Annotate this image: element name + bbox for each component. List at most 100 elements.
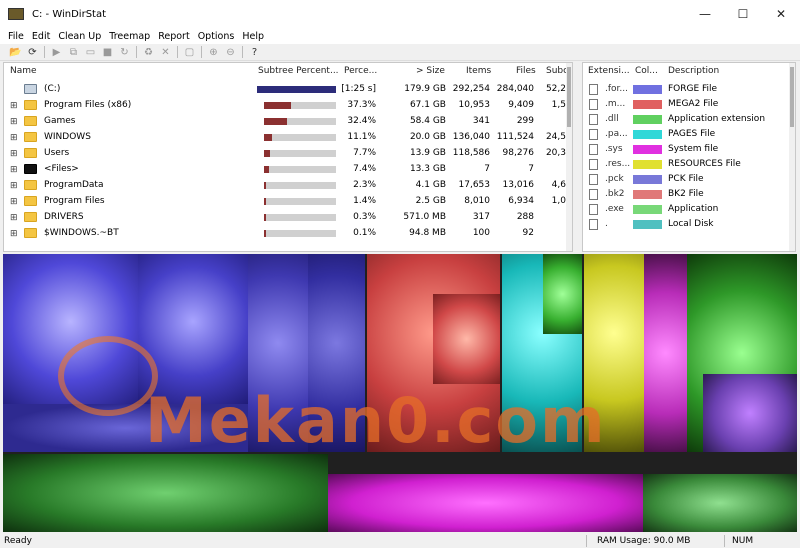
subtree-bar: [264, 214, 336, 221]
row-files: 92: [522, 228, 534, 238]
row-size: 13.3 GB: [409, 164, 446, 174]
col-name[interactable]: Name: [10, 66, 37, 76]
subtree-bar-fill: [264, 182, 266, 189]
app-icon: [8, 8, 24, 20]
tree-row[interactable]: ⊞ Games 32.4% 58.4 GB 341 299: [4, 114, 572, 129]
extension-row[interactable]: .sys System file: [583, 142, 795, 157]
extension-row[interactable]: .res... RESOURCES File: [583, 157, 795, 172]
menu-file[interactable]: File: [4, 31, 28, 42]
extension-color-swatch: [633, 175, 662, 184]
subtree-bar: [264, 118, 336, 125]
minimize-button[interactable]: —: [686, 0, 724, 28]
row-size: 94.8 MB: [409, 228, 446, 238]
tree-row[interactable]: ⊞ WINDOWS 11.1% 20.0 GB 136,040 111,524 24,5: [4, 130, 572, 145]
close-button[interactable]: ✕: [762, 0, 800, 28]
extension-row[interactable]: .bk2 BK2 File: [583, 187, 795, 202]
extension-row[interactable]: .exe Application: [583, 202, 795, 217]
subtree-bar: [264, 230, 336, 237]
tree-row[interactable]: (C:) [1:25 s] 179.9 GB 292,254 284,040 52,2: [4, 82, 572, 97]
tree-row[interactable]: ⊞ <Files> 7.4% 13.3 GB 7 7: [4, 162, 572, 177]
tree-row[interactable]: ⊞ $WINDOWS.~BT 0.1% 94.8 MB 100 92: [4, 226, 572, 241]
col-items[interactable]: Items: [466, 66, 491, 76]
subtree-bar: [264, 102, 336, 109]
col-percent[interactable]: Perce...: [344, 66, 377, 76]
tree-scroll-thumb[interactable]: [567, 67, 571, 127]
subtree-bar-fill: [264, 150, 270, 157]
row-files: 13,016: [502, 180, 535, 190]
col-subdirs[interactable]: Subc: [546, 66, 568, 76]
extension-row[interactable]: .pck PCK File: [583, 172, 795, 187]
extension-scroll-thumb[interactable]: [790, 67, 794, 127]
file-type-icon: [589, 219, 598, 230]
expand-toggle[interactable]: ⊞: [10, 149, 18, 159]
row-items: 7: [484, 164, 490, 174]
zoom-in-icon[interactable]: ⊕: [206, 45, 221, 59]
explorer-icon[interactable]: ▭: [83, 45, 98, 59]
tree-row[interactable]: ⊞ Program Files 1.4% 2.5 GB 8,010 6,934 1,0: [4, 194, 572, 209]
subtree-bar-fill: [264, 102, 291, 109]
menu-treemap[interactable]: Treemap: [105, 31, 154, 42]
tree-scrollbar[interactable]: [566, 63, 572, 251]
treemap-block[interactable]: [433, 294, 500, 384]
extension-list[interactable]: Extensi... Col... Description .for... FOR…: [582, 62, 796, 252]
col-files[interactable]: Files: [516, 66, 536, 76]
expand-toggle[interactable]: ⊞: [10, 181, 18, 191]
file-type-icon: [589, 144, 598, 155]
help-icon[interactable]: ?: [247, 45, 262, 59]
col-subtree-percent[interactable]: Subtree Percent...: [258, 66, 339, 76]
treemap-block[interactable]: [328, 474, 643, 532]
expand-toggle[interactable]: ⊞: [10, 117, 18, 127]
menu-edit[interactable]: Edit: [28, 31, 54, 42]
menu-help[interactable]: Help: [238, 31, 268, 42]
tree-row[interactable]: ⊞ Users 7.7% 13.9 GB 118,586 98,276 20,3: [4, 146, 572, 161]
row-files: 288: [516, 212, 534, 222]
expand-toggle[interactable]: ⊞: [10, 165, 18, 175]
play-icon[interactable]: ▶: [49, 45, 64, 59]
treemap-block[interactable]: [3, 454, 328, 532]
col-description[interactable]: Description: [668, 66, 719, 76]
expand-toggle[interactable]: ⊞: [10, 133, 18, 143]
row-items: 100: [472, 228, 490, 238]
expand-toggle[interactable]: ⊞: [10, 101, 18, 111]
extension-row[interactable]: .dll Application extension: [583, 112, 795, 127]
menu-options[interactable]: Options: [194, 31, 239, 42]
row-percent: 32.4%: [347, 116, 376, 126]
recycle-icon[interactable]: ♻: [141, 45, 156, 59]
expand-toggle[interactable]: ⊞: [10, 197, 18, 207]
rescan-icon[interactable]: ↻: [117, 45, 132, 59]
subtree-bar-fill: [264, 134, 272, 141]
tree-row[interactable]: ⊞ Program Files (x86) 37.3% 67.1 GB 10,953 9,…: [4, 98, 572, 113]
maximize-button[interactable]: ☐: [724, 0, 762, 28]
treemap-block[interactable]: [543, 254, 582, 334]
extension-scrollbar[interactable]: [789, 63, 795, 251]
tree-row[interactable]: ⊞ ProgramData 2.3% 4.1 GB 17,653 13,016 4,6: [4, 178, 572, 193]
refresh-icon[interactable]: ⟳: [25, 45, 40, 59]
tree-row[interactable]: ⊞ DRIVERS 0.3% 571.0 MB 317 288: [4, 210, 572, 225]
col-extension[interactable]: Extensi...: [588, 66, 630, 76]
delete-icon[interactable]: ✕: [158, 45, 173, 59]
col-size[interactable]: > Size: [416, 66, 445, 76]
directory-tree[interactable]: Name Subtree Percent... Perce... > Size …: [3, 62, 573, 252]
menu-clean-up[interactable]: Clean Up: [54, 31, 105, 42]
treemap-block[interactable]: [703, 374, 797, 452]
extension-row[interactable]: .m... MEGA2 File: [583, 97, 795, 112]
treemap-block[interactable]: [644, 254, 687, 452]
extension-name: .dll: [605, 114, 619, 124]
new-folder-icon[interactable]: ▢: [182, 45, 197, 59]
open-icon[interactable]: 📂: [8, 45, 23, 59]
zoom-out-icon[interactable]: ⊖: [223, 45, 238, 59]
expand-toggle[interactable]: ⊞: [10, 229, 18, 239]
treemap-block[interactable]: [643, 474, 797, 532]
extension-row[interactable]: .for... FORGE File: [583, 82, 795, 97]
extension-row[interactable]: . Local Disk: [583, 217, 795, 232]
row-subdirs: 1,5: [551, 100, 566, 110]
extension-row[interactable]: .pa... PAGES File: [583, 127, 795, 142]
row-files: 299: [516, 116, 534, 126]
extension-name: .res...: [605, 159, 631, 169]
col-color[interactable]: Col...: [635, 66, 658, 76]
prompt-icon[interactable]: ■: [100, 45, 115, 59]
expand-toggle[interactable]: ⊞: [10, 213, 18, 223]
file-type-icon: [589, 114, 598, 125]
menu-report[interactable]: Report: [154, 31, 194, 42]
copy-icon[interactable]: ⧉: [66, 45, 81, 59]
